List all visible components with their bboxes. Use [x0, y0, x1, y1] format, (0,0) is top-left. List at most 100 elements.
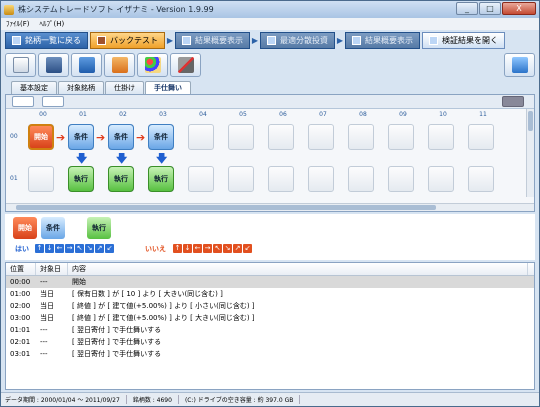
menu-help[interactable]: ﾍﾙﾌﾟ(H)	[40, 19, 65, 29]
grid-cell[interactable]	[388, 166, 414, 192]
step-summary-2[interactable]: 結果概要表示	[345, 32, 420, 49]
column-number: 11	[479, 111, 487, 118]
table-row[interactable]: 01:00 当日 [ 保有日数 ] が [ 10 ] より [ 大きい(同じ含む) …	[6, 288, 534, 300]
export-button[interactable]	[104, 53, 135, 77]
direction-arrow-icon[interactable]: ↓	[45, 244, 54, 253]
table-row[interactable]: 02:00 当日 [ 終値 ] が [ 建て値(+5.00%) ] より [ 小さい…	[6, 300, 534, 312]
col-position[interactable]: 位置	[6, 263, 36, 275]
direction-arrow-icon[interactable]: ↑	[173, 244, 182, 253]
grid-cell[interactable]	[28, 166, 54, 192]
tools-button[interactable]	[170, 53, 201, 77]
horizontal-scrollbar[interactable]	[6, 203, 534, 211]
vertical-scrollbar[interactable]	[526, 109, 534, 197]
scroll-thumb[interactable]	[528, 111, 533, 131]
table-row[interactable]: 02:01 --- [ 翌日寄付 ] で手仕舞いする	[6, 336, 534, 348]
maximize-button[interactable]: □	[479, 2, 501, 15]
palette-button[interactable]	[137, 53, 168, 77]
direction-arrow-icon[interactable]: ←	[55, 244, 64, 253]
step-backtest[interactable]: バックテスト	[90, 32, 165, 49]
save-button[interactable]	[71, 53, 102, 77]
col-content[interactable]: 内容	[68, 263, 528, 275]
grid-cell[interactable]	[348, 124, 374, 150]
condition-node[interactable]: 条件	[108, 124, 134, 150]
open-button[interactable]	[38, 53, 69, 77]
grid-toolbar	[6, 95, 534, 109]
palette-condition[interactable]: 条件	[41, 217, 65, 239]
home-button[interactable]	[504, 53, 535, 77]
condition-node[interactable]: 条件	[68, 124, 94, 150]
step-back-to-list[interactable]: 銘柄一覧に戻る	[5, 32, 88, 49]
step-open-results[interactable]: 検証結果を開く	[422, 32, 505, 49]
scroll-thumb[interactable]	[16, 205, 436, 210]
direction-arrow-icon[interactable]: ↙	[105, 244, 114, 253]
grid-cell[interactable]	[268, 166, 294, 192]
cell-date: 当日	[40, 290, 54, 298]
new-button[interactable]	[5, 53, 36, 77]
start-node[interactable]: 開始	[28, 124, 54, 150]
table-row[interactable]: 03:00 当日 [ 終値 ] が [ 建て値(+5.00%) ] より [ 大きい…	[6, 312, 534, 324]
cell-content: [ 終値 ] が [ 建て値(+5.00%) ] より [ 大きい(同じ含む) …	[72, 314, 255, 322]
grid-cell[interactable]	[388, 124, 414, 150]
screen-icon[interactable]	[42, 96, 64, 107]
grid-cell[interactable]	[468, 124, 494, 150]
tab-exit[interactable]: 手仕舞い	[145, 81, 191, 94]
column-number: 10	[439, 111, 447, 118]
direction-arrow-icon[interactable]: ↖	[213, 244, 222, 253]
grid-cell[interactable]	[428, 166, 454, 192]
grid-cell[interactable]	[308, 124, 334, 150]
grid-cell[interactable]	[308, 166, 334, 192]
direction-arrow-icon[interactable]: ↗	[95, 244, 104, 253]
grid-cell[interactable]	[228, 166, 254, 192]
arrow-down-icon: 🡇	[116, 152, 128, 165]
arrow-right-icon: ➔	[136, 131, 146, 144]
direction-arrow-icon[interactable]: ↖	[75, 244, 84, 253]
col-date[interactable]: 対象日	[36, 263, 68, 275]
condition-node[interactable]: 条件	[148, 124, 174, 150]
tab-basic[interactable]: 基本設定	[11, 81, 57, 94]
execute-node[interactable]: 執行	[108, 166, 134, 192]
direction-arrow-icon[interactable]: →	[65, 244, 74, 253]
rule-list: 位置 対象日 内容 00:00 --- 開始 01:00 当日 [ 保有日数 ] が [ …	[5, 262, 535, 390]
direction-arrow-icon[interactable]: →	[203, 244, 212, 253]
save-icon	[78, 57, 95, 73]
direction-arrow-icon[interactable]: ↑	[35, 244, 44, 253]
direction-arrow-icon[interactable]: ↓	[183, 244, 192, 253]
execute-node[interactable]: 執行	[68, 166, 94, 192]
menu-file[interactable]: ﾌｧｲﾙ(F)	[6, 19, 30, 29]
grid-cell[interactable]	[468, 166, 494, 192]
grid-cell[interactable]	[188, 124, 214, 150]
arrow-right-icon: ➔	[96, 131, 106, 144]
step-optimize[interactable]: 最適分散投資	[260, 32, 335, 49]
table-row[interactable]: 03:01 --- [ 翌日寄付 ] で手仕舞いする	[6, 348, 534, 360]
tab-entry[interactable]: 仕掛け	[105, 81, 144, 94]
minimize-button[interactable]: _	[456, 2, 478, 15]
grid-cell[interactable]	[428, 124, 454, 150]
table-row[interactable]: 00:00 --- 開始	[6, 276, 534, 288]
close-button[interactable]: X	[502, 2, 536, 15]
cell-date: ---	[40, 338, 48, 346]
column-number: 06	[279, 111, 287, 118]
step-summary[interactable]: 結果概要表示	[175, 32, 250, 49]
new-file-icon	[12, 57, 29, 73]
arrow-down-icon: 🡇	[156, 152, 168, 165]
direction-arrow-icon[interactable]: ↘	[223, 244, 232, 253]
grid-cell[interactable]	[348, 166, 374, 192]
cell-date: ---	[40, 326, 48, 334]
yes-arrow-set: ↑ ↓ ← → ↖ ↘ ↗ ↙	[35, 244, 114, 253]
direction-arrow-icon[interactable]: ↙	[243, 244, 252, 253]
grid-cell[interactable]	[268, 124, 294, 150]
screen-icon[interactable]	[12, 96, 34, 107]
direction-arrow-icon[interactable]: ↗	[233, 244, 242, 253]
palette-execute[interactable]: 執行	[87, 217, 111, 239]
grid-cell[interactable]	[188, 166, 214, 192]
cell-pos: 03:00	[10, 314, 31, 322]
home-icon	[511, 57, 528, 73]
direction-arrow-icon[interactable]: ←	[193, 244, 202, 253]
grid-cell[interactable]	[228, 124, 254, 150]
tab-target[interactable]: 対象銘柄	[58, 81, 104, 94]
palette-start[interactable]: 開始	[13, 217, 37, 239]
zoom-button[interactable]	[502, 96, 524, 107]
table-row[interactable]: 01:01 --- [ 翌日寄付 ] で手仕舞いする	[6, 324, 534, 336]
direction-arrow-icon[interactable]: ↘	[85, 244, 94, 253]
execute-node[interactable]: 執行	[148, 166, 174, 192]
